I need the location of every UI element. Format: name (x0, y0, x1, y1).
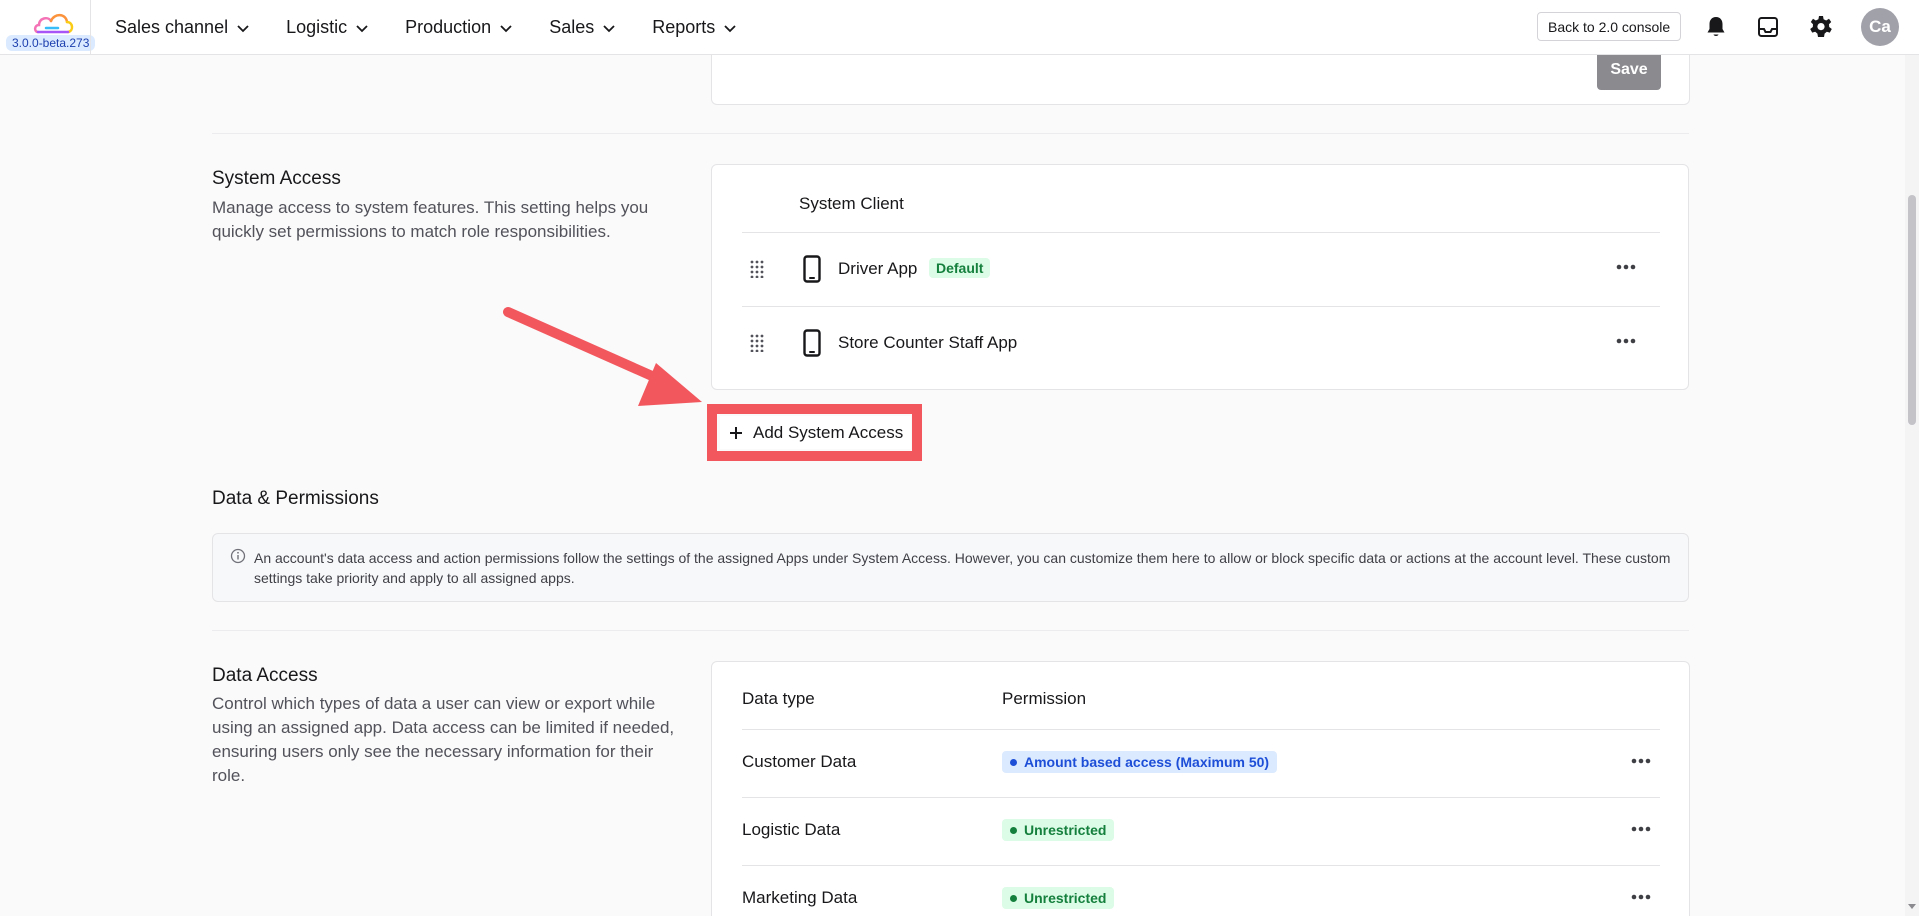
cloud-logo-icon (33, 13, 74, 34)
page-scrollbar[interactable] (1905, 55, 1919, 916)
more-options-icon[interactable] (1631, 894, 1651, 900)
chevron-down-icon (724, 24, 736, 32)
system-access-card: System Client Driver App Default Store C… (711, 164, 1689, 390)
nav-item-label: Sales channel (115, 17, 229, 37)
mobile-phone-icon (803, 329, 821, 357)
nav-item-sales-channel[interactable]: Sales channel (115, 17, 250, 38)
plus-icon (730, 426, 742, 439)
info-icon (230, 548, 246, 564)
data-type-name: Marketing Data (742, 888, 858, 907)
data-access-title: Data Access (212, 665, 318, 686)
row-divider (742, 306, 1660, 307)
user-avatar[interactable]: Ca (1861, 8, 1899, 46)
nav-item-production[interactable]: Production (405, 17, 513, 38)
top-navigation-bar: 3.0.0-beta.273 Sales channel Logistic Pr… (0, 0, 1919, 55)
header-divider (742, 729, 1660, 730)
logo-divider (90, 0, 91, 55)
chevron-down-icon (603, 24, 615, 32)
nav-item-logistic[interactable]: Logistic (286, 17, 369, 38)
data-access-card: Data type Permission Customer Data Amoun… (711, 661, 1690, 916)
mobile-phone-icon (803, 255, 821, 283)
drag-handle-icon[interactable] (749, 260, 765, 278)
permission-badge: Unrestricted (1002, 887, 1115, 909)
app-logo[interactable]: 3.0.0-beta.273 (6, 6, 96, 52)
save-button[interactable]: Save (1597, 50, 1661, 90)
row-divider (742, 865, 1660, 866)
data-type-name: Logistic Data (742, 820, 841, 839)
system-client-column-header: System Client (799, 194, 904, 213)
permission-column-header: Permission (1002, 689, 1087, 708)
nav-item-sales[interactable]: Sales (549, 17, 616, 38)
add-system-access-label: Add System Access (753, 422, 904, 442)
gear-icon[interactable] (1808, 14, 1834, 40)
more-options-icon[interactable] (1631, 826, 1651, 832)
data-permissions-title: Data & Permissions (212, 488, 379, 509)
header-divider (742, 232, 1660, 233)
info-callout: An account's data access and action perm… (212, 533, 1689, 602)
scrollbar-thumb[interactable] (1908, 195, 1916, 425)
system-app-name: Driver App (838, 259, 918, 278)
back-to-console-button[interactable]: Back to 2.0 console (1537, 12, 1682, 41)
nav-item-label: Production (405, 17, 492, 37)
nav-item-label: Sales (549, 17, 595, 37)
scroll-down-arrow-icon[interactable] (1907, 901, 1917, 911)
drag-handle-icon[interactable] (749, 334, 765, 352)
system-access-title: System Access (212, 168, 341, 189)
nav-item-reports[interactable]: Reports (652, 17, 737, 38)
chevron-down-icon (500, 24, 512, 32)
chevron-down-icon (356, 24, 368, 32)
add-system-access-button[interactable]: Add System Access (720, 416, 911, 449)
bell-icon[interactable] (1703, 14, 1729, 40)
data-access-description: Control which types of data a user can v… (212, 694, 675, 785)
version-badge: 3.0.0-beta.273 (6, 35, 96, 51)
system-access-description: Manage access to system features. This s… (212, 198, 649, 241)
permission-badge: Amount based access (Maximum 50) (1002, 751, 1278, 773)
permission-badge: Unrestricted (1002, 819, 1115, 841)
more-options-icon[interactable] (1616, 264, 1636, 270)
inbox-icon[interactable] (1755, 14, 1781, 40)
row-divider (742, 797, 1660, 798)
chevron-down-icon (237, 24, 249, 32)
info-text: An account's data access and action perm… (254, 550, 1671, 586)
more-options-icon[interactable] (1631, 758, 1651, 764)
system-app-name: Store Counter Staff App (838, 333, 1018, 352)
more-options-icon[interactable] (1616, 338, 1636, 344)
data-type-column-header: Data type (742, 689, 815, 708)
nav-item-label: Reports (652, 17, 716, 37)
section-divider (212, 133, 1689, 134)
default-badge: Default (929, 258, 991, 278)
main-nav: Sales channel Logistic Production Sales … (115, 0, 737, 55)
data-type-name: Customer Data (742, 752, 857, 771)
section-divider (212, 630, 1689, 631)
nav-item-label: Logistic (286, 17, 348, 37)
